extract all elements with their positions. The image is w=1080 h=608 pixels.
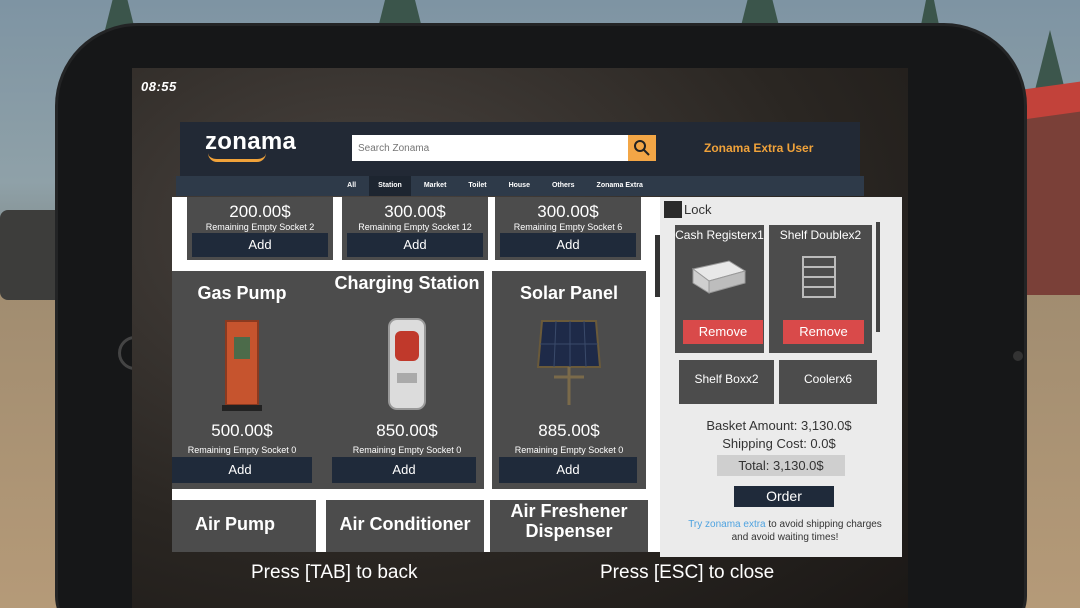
add-button[interactable]: Add [499,457,637,483]
product-card: 300.00$ Remaining Empty Socket 6 Add [495,197,641,260]
product-price: 850.00$ [376,421,438,440]
category-tabs: All Station Market Toilet House Others Z… [176,176,864,196]
order-button[interactable]: Order [734,486,834,507]
basket-item-shelf-box: Shelf Boxx2 [679,360,774,404]
basket-item-title: Cash Registerx1 [675,228,764,242]
basket-item-title: Shelf Boxx2 [694,372,759,386]
tab-others[interactable]: Others [543,176,584,196]
product-socket: Remaining Empty Socket 0 [187,445,297,455]
remove-button[interactable]: Remove [683,320,763,344]
tab-station[interactable]: Station [369,176,411,196]
tab-house[interactable]: House [500,176,539,196]
product-card-solar-panel: Solar Panel 885.00$ Remaining Empty Sock… [492,271,646,489]
product-price: 500.00$ [211,421,273,440]
product-price: 200.00$ [229,202,291,221]
charging-station-icon [388,318,426,410]
product-socket: Remaining Empty Socket 0 [352,445,462,455]
shelf-icon [802,256,836,298]
cash-register-icon [691,260,747,294]
add-button[interactable]: Add [500,233,636,257]
product-card-air-freshener: Air Freshener Dispenser [490,500,648,552]
product-price: 300.00$ [537,202,599,221]
product-card-charging-station: Charging Station 850.00$ Remaining Empty… [330,271,484,489]
product-card-air-pump: Air Pump [172,500,316,552]
product-grid: 200.00$ Remaining Empty Socket 2 Add 300… [172,197,660,552]
product-price: 300.00$ [384,202,446,221]
logo-smile-icon [208,153,266,162]
search-icon [634,140,650,156]
tab-toilet[interactable]: Toilet [459,176,495,196]
clock: 08:55 [141,79,177,94]
basket-total: Total: 3,130.0$ [717,455,845,476]
tab-all[interactable]: All [338,176,365,196]
add-button[interactable]: Add [192,233,328,257]
zonama-extra-link[interactable]: Try zonama extra [688,519,765,530]
product-socket: Remaining Empty Socket 2 [205,222,315,232]
product-title: Charging Station [334,273,480,293]
gas-pump-icon [222,320,262,411]
add-button[interactable]: Add [172,457,312,483]
product-card: 300.00$ Remaining Empty Socket 12 Add [342,197,488,260]
basket-item-cash-register: Cash Registerx1 Remove [675,225,764,353]
product-price: 885.00$ [538,421,600,440]
lock-label: Lock [684,202,712,217]
lock-checkbox[interactable] [664,201,682,218]
basket-item-title: Coolerx6 [803,372,853,386]
product-card-gas-pump: Gas Pump 500.00$ Remaining Empty Socket … [172,271,330,489]
search-button[interactable] [628,135,656,161]
basket-item-cooler: Coolerx6 [779,360,877,404]
product-socket: Remaining Empty Socket 12 [358,222,472,232]
product-title: Solar Panel [519,283,619,303]
tab-market[interactable]: Market [415,176,456,196]
basket-scrollbar[interactable] [876,222,880,332]
basket-item-shelf-double: Shelf Doublex2 Remove [769,225,872,353]
back-hint: Press [TAB] to back [251,562,418,583]
product-title: Air Conditioner [339,514,471,534]
tablet-camera [1013,351,1023,361]
add-button[interactable]: Add [332,457,476,483]
add-button[interactable]: Add [347,233,483,257]
user-label[interactable]: Zonama Extra User [704,141,813,155]
search-input[interactable] [352,135,628,161]
product-title: Air Pump [194,514,275,534]
shipping-cost: Shipping Cost: 0.0$ [722,436,836,451]
close-hint: Press [ESC] to close [600,562,775,583]
product-card-air-conditioner: Air Conditioner [326,500,484,552]
product-card: 200.00$ Remaining Empty Socket 2 Add [187,197,333,260]
basket-amount: Basket Amount: 3,130.0$ [706,418,852,433]
promo-text: Try zonama extra to avoid shipping charg… [680,518,890,544]
basket-item-title: Shelf Doublex2 [779,228,862,242]
product-socket: Remaining Empty Socket 6 [513,222,623,232]
product-title: Gas Pump [197,283,287,303]
solar-panel-icon [536,320,602,405]
product-title: Air Freshener Dispenser [510,501,628,541]
tab-zonama-extra[interactable]: Zonama Extra [588,176,652,196]
remove-button[interactable]: Remove [783,320,864,344]
product-socket: Remaining Empty Socket 0 [514,445,624,455]
store-logo: zonama [205,128,297,155]
